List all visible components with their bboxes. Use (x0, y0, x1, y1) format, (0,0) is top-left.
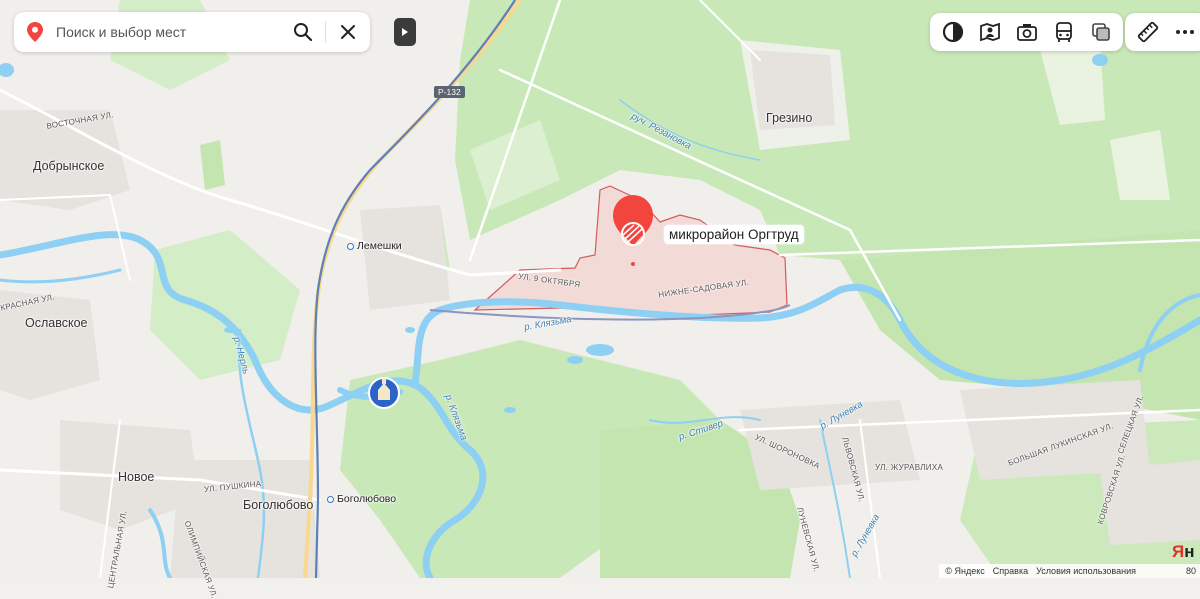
station-name: Боголюбово (337, 493, 397, 505)
station-lemeshki[interactable]: Лемешки (347, 240, 402, 252)
search-icon (294, 23, 313, 42)
layers-toolbar (930, 13, 1123, 51)
station-name: Лемешки (357, 240, 402, 252)
play-arrow-icon (402, 28, 408, 36)
attribution-bar: © Яндекс Справка Условия использования (939, 564, 1142, 578)
photo-button[interactable] (1008, 13, 1045, 51)
panorama-button[interactable] (971, 13, 1008, 51)
street-label: ул. Журавлиха (875, 463, 944, 472)
layer-stack-button[interactable] (1082, 13, 1119, 51)
camera-icon (1016, 24, 1037, 41)
copyright-text: © Яндекс (945, 566, 985, 576)
more-icon (1175, 30, 1194, 34)
settlement-novoe: Новое (118, 470, 155, 484)
help-link[interactable]: Справка (993, 566, 1028, 576)
transport-button[interactable] (1045, 13, 1082, 51)
close-icon (341, 25, 355, 39)
tools-toolbar (1125, 13, 1200, 51)
search-panel: Поиск и выбор мест (14, 12, 370, 52)
transport-icon (1055, 22, 1072, 42)
clear-button[interactable] (326, 12, 370, 52)
road-badge-r132: Р-132 (434, 86, 465, 98)
search-input[interactable]: Поиск и выбор мест (56, 24, 281, 40)
layers-button[interactable] (934, 13, 971, 51)
map-canvas[interactable] (0, 0, 1200, 578)
settlement-bogolyubovo: Боголюбово (243, 498, 314, 512)
settlement-dobrynskoe: Добрынское (33, 159, 105, 173)
yandex-logo[interactable]: Ян (1172, 542, 1200, 562)
station-icon (327, 495, 334, 503)
terms-link[interactable]: Условия использования (1036, 566, 1136, 576)
more-button[interactable] (1166, 13, 1200, 51)
scale-bar: 80 (1142, 564, 1200, 578)
settlement-grezino: Грезино (766, 111, 813, 125)
settlement-oslavskoe: Ославское (25, 316, 88, 330)
scale-value: 80 (1185, 566, 1196, 576)
layer-stack-icon (1091, 23, 1110, 41)
ruler-button[interactable] (1129, 13, 1166, 51)
ruler-icon (1137, 21, 1158, 43)
search-button[interactable] (281, 12, 325, 52)
selected-place-label[interactable]: микрорайон Оргтруд (664, 225, 804, 244)
station-icon (347, 242, 354, 250)
station-bogolyubovo[interactable]: Боголюбово (327, 493, 396, 505)
location-pin-icon (14, 22, 56, 42)
monument-marker[interactable] (368, 377, 400, 409)
layers-icon (942, 21, 963, 43)
panel-toggle-button[interactable] (394, 18, 416, 46)
panorama-icon (979, 22, 1000, 42)
